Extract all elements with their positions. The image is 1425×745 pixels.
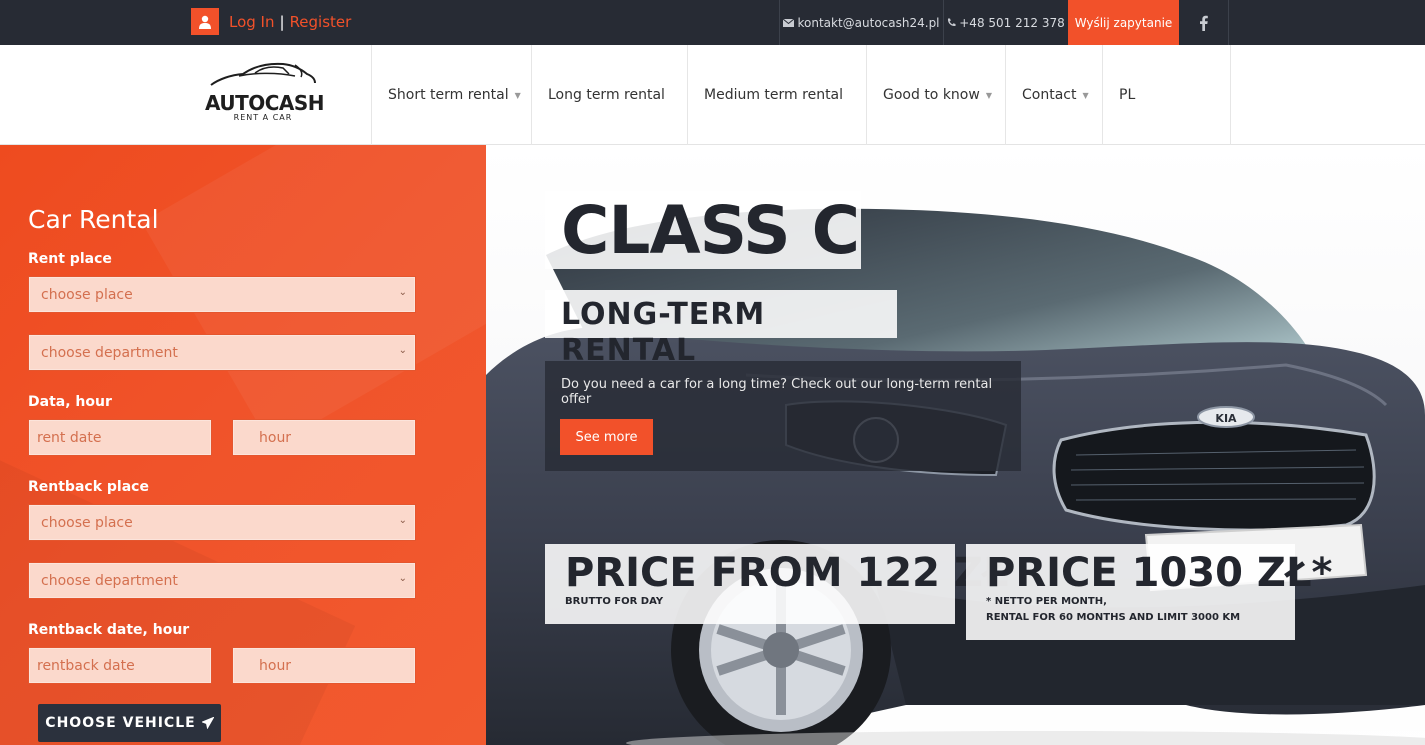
nav-label: Long term rental bbox=[548, 87, 665, 103]
link-separator: | bbox=[279, 12, 285, 31]
monthly-price-note-2: RENTAL FOR 60 MONTHS AND LIMIT 3000 KM bbox=[986, 612, 1241, 623]
rentback-department-select[interactable]: choose department ⌄ bbox=[28, 562, 416, 599]
chevron-down-icon: ⌄ bbox=[398, 515, 407, 526]
button-label: CHOOSE VEHICLE bbox=[45, 715, 196, 731]
car-badge-text: KIA bbox=[1215, 412, 1237, 425]
nav-contact[interactable]: Contact ▼ bbox=[1005, 45, 1102, 145]
car-outline-icon bbox=[210, 62, 316, 86]
see-more-button[interactable]: See more bbox=[560, 419, 653, 455]
select-value: choose place bbox=[41, 514, 133, 531]
monthly-price-note-1: * NETTO PER MONTH, bbox=[986, 596, 1107, 607]
daily-price: PRICE FROM 122 ZŁ bbox=[565, 550, 1009, 596]
chevron-down-icon: ⌄ bbox=[398, 287, 407, 298]
phone-text: +48 501 212 378 bbox=[959, 15, 1065, 30]
account-links: Log In | Register bbox=[191, 8, 351, 35]
nav-label: PL bbox=[1119, 87, 1136, 103]
contact-bar: kontakt@autocash24.pl +48 501 212 378 Wy… bbox=[779, 0, 1229, 45]
send-inquiry-button[interactable]: Wyślij zapytanie bbox=[1068, 0, 1179, 45]
chevron-down-icon: ⌄ bbox=[398, 573, 407, 584]
monthly-price-box: PRICE 1030 ZŁ* * NETTO PER MONTH, RENTAL… bbox=[966, 544, 1332, 640]
phone-icon bbox=[948, 18, 956, 27]
nav-short-term-rental[interactable]: Short term rental ▼ bbox=[371, 45, 531, 145]
main-header: AUTOCASH RENT A CAR Short term rental ▼ L… bbox=[0, 45, 1425, 145]
caret-down-icon: ▼ bbox=[514, 90, 521, 100]
car-rental-form: Car Rental Rent place choose place ⌄ cho… bbox=[0, 145, 486, 745]
hero-class-badge: CLASS C bbox=[545, 191, 861, 269]
nav-long-term-rental[interactable]: Long term rental bbox=[531, 45, 687, 145]
phone-contact[interactable]: +48 501 212 378 bbox=[943, 0, 1068, 45]
hero-description-box: Do you need a car for a long time? Check… bbox=[545, 361, 1021, 471]
rentback-hour-input[interactable]: hour bbox=[232, 647, 416, 684]
select-value: choose place bbox=[41, 286, 133, 303]
rent-date-input[interactable]: rent date bbox=[28, 419, 212, 456]
user-icon[interactable] bbox=[191, 8, 219, 35]
rent-hour-input[interactable]: hour bbox=[232, 419, 416, 456]
rentback-date-label: Rentback date, hour bbox=[28, 622, 190, 638]
rentback-place-label: Rentback place bbox=[28, 479, 149, 495]
rent-place-select[interactable]: choose place ⌄ bbox=[28, 276, 416, 313]
logo-tagline: RENT A CAR bbox=[233, 113, 293, 122]
date-hour-label: Data, hour bbox=[28, 394, 112, 410]
select-value: choose department bbox=[41, 344, 178, 361]
daily-price-box: PRICE FROM 122 ZŁ BRUTTO FOR DAY bbox=[545, 544, 1009, 624]
login-link[interactable]: Log In bbox=[229, 13, 275, 31]
caret-down-icon: ▼ bbox=[1082, 90, 1089, 100]
nav-label: Contact bbox=[1022, 87, 1077, 103]
email-contact[interactable]: kontakt@autocash24.pl bbox=[779, 0, 943, 45]
paper-plane-icon bbox=[201, 717, 214, 729]
main-nav: Short term rental ▼ Long term rental Medi… bbox=[371, 45, 1231, 145]
rent-place-label: Rent place bbox=[28, 251, 112, 267]
nav-medium-term-rental[interactable]: Medium term rental bbox=[687, 45, 866, 145]
nav-label: Medium term rental bbox=[704, 87, 844, 103]
register-link[interactable]: Register bbox=[290, 13, 352, 31]
facebook-icon[interactable] bbox=[1179, 0, 1229, 45]
chevron-down-icon: ⌄ bbox=[398, 345, 407, 356]
autocash-logo[interactable]: AUTOCASH RENT A CAR bbox=[205, 61, 325, 127]
nav-label: Short term rental bbox=[388, 87, 509, 103]
logo-wordmark: AUTOCASH bbox=[205, 91, 325, 115]
hero-class-title: CLASS C bbox=[561, 192, 860, 269]
select-value: choose department bbox=[41, 572, 178, 589]
caret-down-icon: ▼ bbox=[985, 90, 992, 100]
hero-subtitle-box: LONG-TERM RENTAL bbox=[545, 290, 897, 368]
rentback-date-input[interactable]: rentback date bbox=[28, 647, 212, 684]
daily-price-note: BRUTTO FOR DAY bbox=[565, 596, 664, 607]
envelope-icon bbox=[783, 18, 795, 27]
form-title: Car Rental bbox=[28, 205, 159, 234]
choose-vehicle-button[interactable]: CHOOSE VEHICLE bbox=[38, 704, 221, 742]
hero-subtitle: LONG-TERM RENTAL bbox=[561, 297, 766, 368]
nav-language-pl[interactable]: PL bbox=[1102, 45, 1231, 145]
nav-good-to-know[interactable]: Good to know ▼ bbox=[866, 45, 1005, 145]
top-bar: Log In | Register kontakt@autocash24.pl … bbox=[0, 0, 1425, 45]
rent-department-select[interactable]: choose department ⌄ bbox=[28, 334, 416, 371]
email-text: kontakt@autocash24.pl bbox=[797, 15, 940, 30]
hero-description: Do you need a car for a long time? Check… bbox=[561, 377, 993, 407]
nav-label: Good to know bbox=[883, 87, 980, 103]
rentback-place-select[interactable]: choose place ⌄ bbox=[28, 504, 416, 541]
monthly-price: PRICE 1030 ZŁ* bbox=[986, 550, 1333, 596]
